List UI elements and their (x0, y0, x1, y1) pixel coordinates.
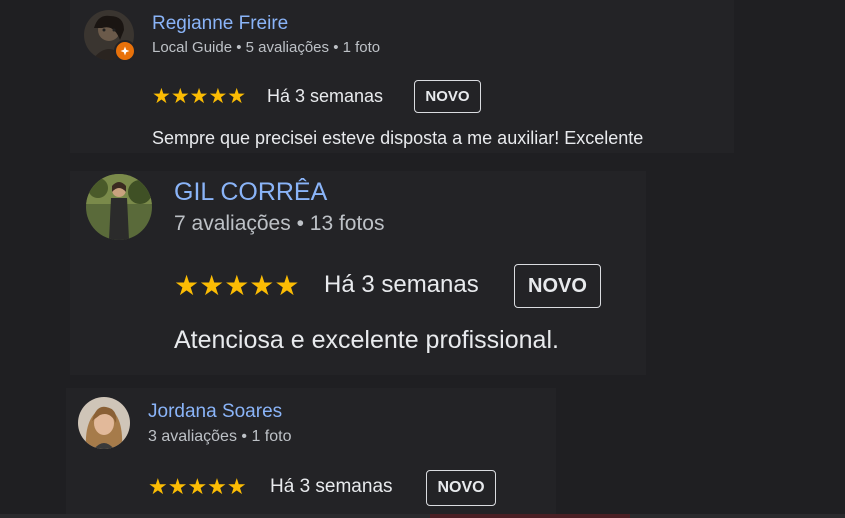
reviewer-avatar[interactable] (84, 10, 136, 62)
star-rating: ★★★★★ (152, 85, 247, 108)
star-rating: ★★★★★ (148, 474, 247, 499)
review-date: Há 3 semanas (267, 86, 384, 106)
review-date: Há 3 semanas (324, 271, 479, 298)
profile-photo-icon (86, 174, 152, 240)
reviews-page: Regianne Freire Local Guide • 5 avaliaçõ… (0, 0, 845, 518)
reviewer-meta: Local Guide • 5 avaliações • 1 foto (152, 39, 381, 56)
reviewer-name[interactable]: Regianne Freire (152, 13, 288, 35)
reviewer-avatar[interactable] (78, 397, 130, 449)
star-rating: ★★★★★ (174, 270, 300, 301)
profile-photo-icon (78, 397, 130, 449)
reviewer-meta: 7 avaliações • 13 fotos (174, 212, 385, 235)
review-text: Sempre que precisei esteve disposta a me… (152, 128, 644, 148)
reviewer-avatar[interactable] (86, 174, 152, 240)
new-badge: NOVO (426, 470, 496, 506)
reviewer-name[interactable]: Jordana Soares (148, 401, 282, 423)
reviewer-name[interactable]: GIL CORRÊA (174, 178, 327, 207)
reviewer-meta: 3 avaliações • 1 foto (148, 428, 292, 445)
review-text: Atenciosa e excelente profissional. (174, 326, 559, 354)
local-guide-star-icon (114, 40, 136, 62)
new-badge: NOVO (414, 80, 481, 113)
bottom-accent (430, 514, 630, 518)
new-badge: NOVO (514, 264, 601, 308)
review-date: Há 3 semanas (270, 476, 393, 497)
bottom-divider (0, 514, 845, 518)
